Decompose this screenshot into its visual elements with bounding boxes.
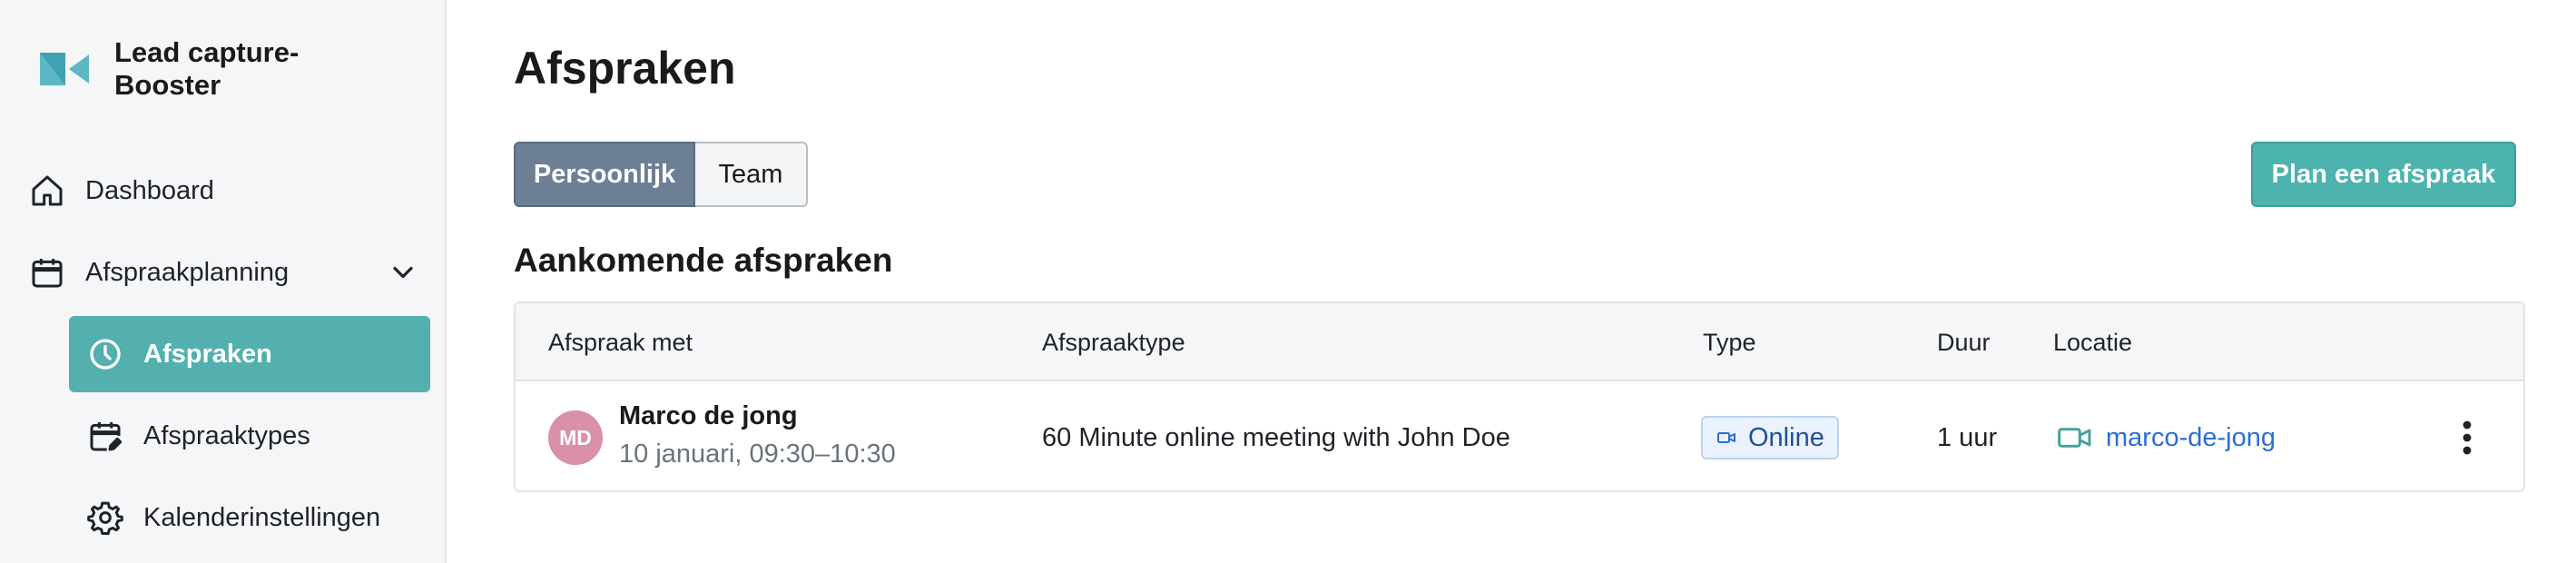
calendar-edit-icon [87,418,123,454]
tab-persoonlijk[interactable]: Persoonlijk [514,142,695,207]
sidebar-subitem-label: Kalenderinstellingen [143,502,381,532]
appointment-datetime: 10 januari, 09:30–10:30 [619,440,896,469]
sidebar-subitem-afspraaktypes[interactable]: Afspraaktypes [69,398,430,474]
column-header-duur: Duur [1937,328,1991,356]
table-row[interactable]: MD Marco de jong 10 januari, 09:30–10:30… [516,381,2523,490]
brand-name-line1: Lead capture- [114,36,300,68]
clock-icon [87,336,123,372]
status-badge: Online [1701,416,1839,459]
tab-team[interactable]: Team [695,142,808,207]
appointments-table: Afspraak met Afspraaktype Type Duur Loca… [514,301,2525,492]
sidebar-subitem-kalenderinstellingen[interactable]: Kalenderinstellingen [69,479,430,556]
scope-toggle: Persoonlijk Team [514,142,808,207]
sidebar-item-dashboard[interactable]: Dashboard [29,153,428,229]
brand-name-line2: Booster [114,69,221,101]
sidebar: Lead capture- Booster Dashboard Afspraak… [0,0,447,563]
attendee-name: Marco de jong [619,401,798,430]
avatar: MD [548,410,603,465]
video-icon [1717,432,1735,443]
column-header-type: Type [1703,328,1756,356]
sidebar-subitem-afspraken[interactable]: Afspraken [69,316,430,392]
page-title: Afspraken [514,43,736,94]
column-header-locatie: Locatie [2053,328,2133,356]
sidebar-item-label: Dashboard [85,175,214,205]
gear-icon [87,499,123,536]
section-title: Aankomende afspraken [514,242,893,279]
location-label: marco-de-jong [2106,422,2276,452]
plan-appointment-button[interactable]: Plan een afspraak [2251,142,2516,207]
type-badge-label: Online [1748,422,1824,452]
sidebar-subitem-label: Afspraken [143,339,272,369]
column-header-afspraaktype: Afspraaktype [1042,328,1185,356]
sidebar-subitem-label: Afspraaktypes [143,420,310,450]
appointment-type: 60 Minute online meeting with John Doe [1042,422,1510,452]
video-camera-logo-icon [40,53,89,85]
more-vertical-icon[interactable] [2449,414,2485,461]
table-header: Afspraak met Afspraaktype Type Duur Loca… [516,303,2523,381]
duration: 1 uur [1937,422,1998,452]
sidebar-item-label: Afspraakplanning [85,257,290,287]
brand-logo[interactable]: Lead capture- Booster [36,36,299,102]
column-header-afspraak-met: Afspraak met [548,328,693,356]
sidebar-item-afspraakplanning[interactable]: Afspraakplanning [29,234,419,311]
video-camera-icon [2058,428,2091,448]
location-link[interactable]: marco-de-jong [2057,416,2276,459]
calendar-icon [29,254,65,291]
chevron-down-icon[interactable] [387,256,419,289]
brand-name: Lead capture- Booster [114,36,299,102]
home-icon [29,173,65,209]
